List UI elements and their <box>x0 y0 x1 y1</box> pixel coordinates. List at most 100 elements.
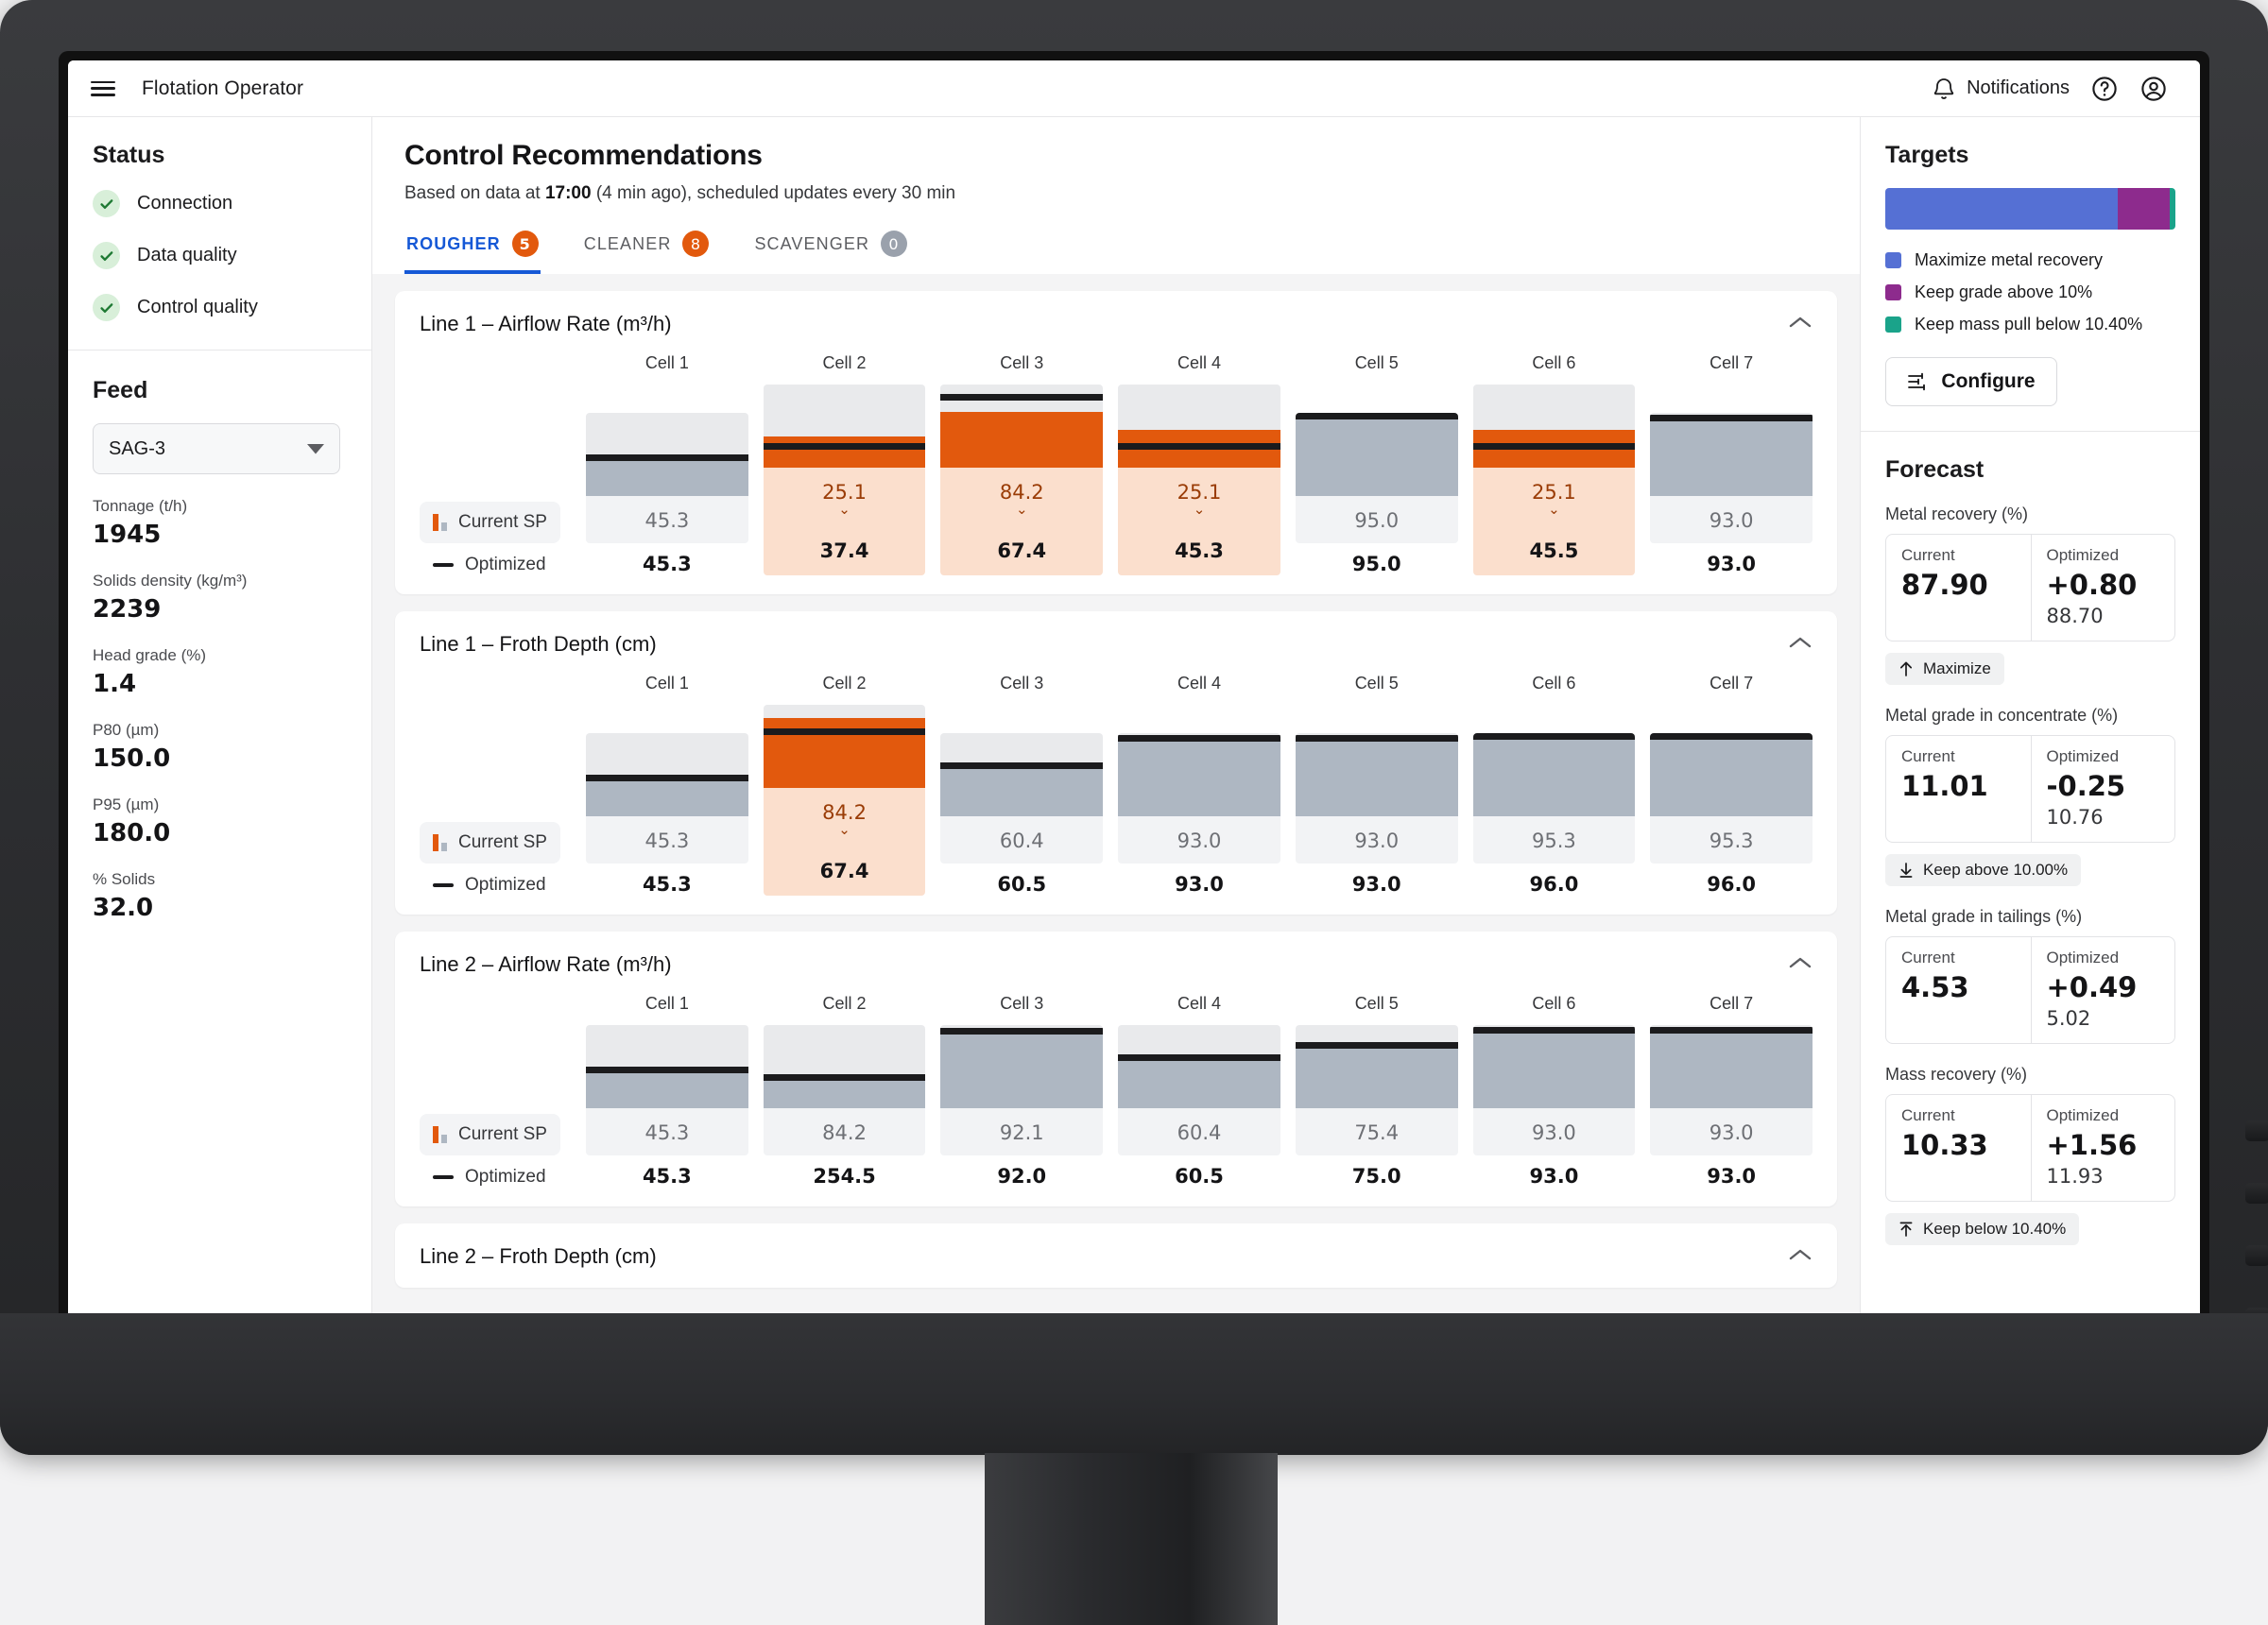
cell-column-header: Cell 1 <box>644 674 689 693</box>
current-sp-value: 93.0 <box>1709 1121 1754 1144</box>
configure-button[interactable]: Configure <box>1885 357 2057 406</box>
cell-bar <box>1472 1025 1636 1108</box>
feed-select[interactable]: SAG-3 <box>93 423 340 474</box>
tab-rougher[interactable]: ROUGHER 5 <box>404 225 541 274</box>
tab-count-badge: 8 <box>682 231 710 257</box>
card-header: Line 2 – Froth Depth (cm) <box>420 1244 1813 1269</box>
forecast-optimized: Optimized +1.56 11.93 <box>2030 1095 2175 1201</box>
forecast-optimized-value: 5.02 <box>2046 1007 2091 1030</box>
chart-legend: Current SP Optimized <box>420 1025 571 1188</box>
line-legend-icon <box>433 563 454 567</box>
current-sp-marker <box>586 1067 748 1074</box>
bell-icon <box>1933 77 1955 101</box>
forecast-metric-label: Metal grade in tailings (%) <box>1885 907 2083 926</box>
current-sp-value: 93.0 <box>1177 830 1222 852</box>
current-sp-value-box: 93.0 <box>1472 1108 1636 1155</box>
optimized-value: 93.0 <box>1707 553 1757 575</box>
card-title: Line 1 – Airflow Rate (m³/h) <box>420 312 672 335</box>
target-legend-item: Keep grade above 10% <box>1885 282 2175 302</box>
account-circle-icon[interactable] <box>2139 75 2168 103</box>
cell-bar <box>1295 733 1458 816</box>
cell-column-header: Cell 3 <box>1000 353 1044 372</box>
target-legend-item: Maximize metal recovery <box>1885 250 2175 270</box>
check-circle-icon <box>93 294 120 321</box>
change-arrow-icon: ⌄ <box>1193 502 1206 518</box>
tab-cleaner[interactable]: CLEANER 8 <box>582 225 712 274</box>
current-sp-value-box: 84.2 ⌄ <box>763 788 926 850</box>
forecast-metric-label: Metal grade in concentrate (%) <box>1885 706 2119 725</box>
current-sp-marker <box>763 442 926 450</box>
optimized-value: 96.0 <box>1707 873 1757 896</box>
app-title: Flotation Operator <box>142 77 304 99</box>
current-sp-value-box: 84.2 ⌄ <box>940 468 1104 530</box>
cell-bar <box>1650 1025 1813 1108</box>
status-list: Connection Data quality Control quality <box>93 190 343 321</box>
cell-column: 84.2 254.5 <box>763 1025 926 1188</box>
cell-column-header: Cell 6 <box>1532 994 1576 1013</box>
cell-column-header: Cell 2 <box>822 994 867 1013</box>
target-color-swatch <box>1885 284 1901 300</box>
cell-column: 25.1 ⌄ 37.4 <box>763 385 926 575</box>
forecast-values: Current 10.33 Optimized +1.56 11.93 <box>1885 1094 2175 1202</box>
current-sp-value-box: 75.4 <box>1295 1108 1458 1155</box>
current-sp-marker <box>940 761 1104 769</box>
feed-metric-label: P95 (µm) <box>93 795 160 813</box>
notifications-button[interactable]: Notifications <box>1933 77 2070 101</box>
cell-bar <box>940 385 1104 468</box>
tab-scavenger[interactable]: SCAVENGER 0 <box>752 225 909 274</box>
forecast-delta-value: +0.80 <box>2046 569 2138 601</box>
feed-metric-label: P80 (µm) <box>93 721 160 739</box>
optimized-value: 67.4 <box>940 530 1104 575</box>
cell-column-header: Cell 2 <box>822 674 867 693</box>
monitor-port <box>2245 1183 2268 1204</box>
cell-bar <box>586 1025 748 1108</box>
current-sp-marker <box>1118 1053 1280 1061</box>
cell-column-header: Cell 6 <box>1532 674 1576 693</box>
forecast-optimized-value: 11.93 <box>2046 1165 2104 1188</box>
legend-optimized-label: Optimized <box>465 555 546 574</box>
feed-metric-value: 2239 <box>93 595 162 624</box>
target-legend-label: Keep grade above 10% <box>1915 282 2093 301</box>
legend-optimized: Optimized <box>420 543 571 575</box>
cell-bar <box>1118 385 1280 468</box>
chevron-up-icon[interactable] <box>1788 315 1813 334</box>
chevron-up-icon[interactable] <box>1788 1247 1813 1267</box>
current-sp-marker <box>1472 1027 1636 1035</box>
feed-metric-label: Tonnage (t/h) <box>93 497 188 515</box>
feed-metric-label: Head grade (%) <box>93 646 207 664</box>
optimized-value: 93.0 <box>1707 1165 1757 1188</box>
bar-legend-icon <box>433 514 447 531</box>
current-sp-marker <box>1650 415 1813 422</box>
optimized-value: 67.4 <box>763 850 926 896</box>
bar-legend-icon <box>433 834 447 851</box>
feed-metric-label: % Solids <box>93 870 156 888</box>
cell-column: 84.2 ⌄ 67.4 <box>940 385 1104 575</box>
current-sp-value-box: 45.3 <box>586 496 748 543</box>
feed-metric: Head grade (%) 1.4 <box>93 646 343 698</box>
cell-column-header: Cell 5 <box>1354 674 1399 693</box>
forecast-constraint-chip: Maximize <box>1885 653 2004 685</box>
help-circle-icon[interactable] <box>2090 75 2119 103</box>
chevron-up-icon[interactable] <box>1788 635 1813 655</box>
cell-column: 95.0 95.0 <box>1295 413 1458 575</box>
optimized-value: 45.3 <box>1118 530 1280 575</box>
forecast-current-value: 10.33 <box>1901 1129 1988 1161</box>
chevron-up-icon[interactable] <box>1788 955 1813 975</box>
forecast-values: Current 4.53 Optimized +0.49 5.02 <box>1885 936 2175 1044</box>
current-sp-marker <box>1295 413 1458 420</box>
left-sidebar: Status Connection Data quality Control qua… <box>68 117 372 1400</box>
optimized-value: 37.4 <box>763 530 926 575</box>
cell-bar <box>1650 733 1813 816</box>
feed-metric-value: 32.0 <box>93 894 154 922</box>
current-sp-value-box: 25.1 ⌄ <box>1118 468 1280 530</box>
forecast-current: Current 10.33 <box>1886 1095 2031 1201</box>
check-circle-icon <box>93 190 120 217</box>
legend-current-sp-label: Current SP <box>458 512 547 532</box>
cell-column-header: Cell 7 <box>1710 994 1754 1013</box>
forecast-delta-value: +1.56 <box>2046 1129 2138 1161</box>
cell-column-header: Cell 7 <box>1710 674 1754 693</box>
optimized-value: 96.0 <box>1529 873 1579 896</box>
main-header: Control Recommendations Based on data at… <box>372 117 1860 274</box>
cell-grid: Cell 1 Cell 2 Cell 3 Cell 4 Cell 5 Cell 6 Cell… <box>420 353 1813 575</box>
hamburger-icon[interactable] <box>89 78 117 99</box>
